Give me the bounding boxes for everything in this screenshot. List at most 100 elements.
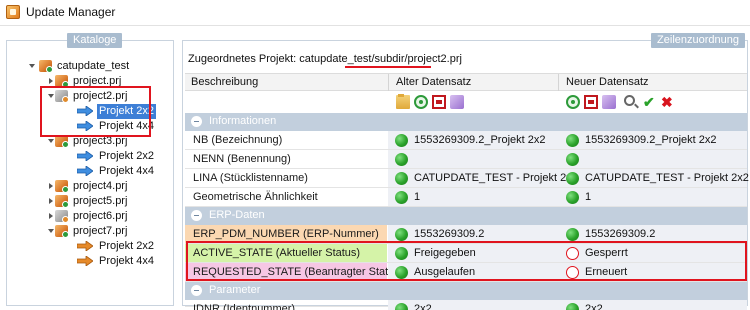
tree-item-label: Projekt 2x2: [99, 240, 155, 252]
table-row[interactable]: NB (Bezeichnung) 1553269309.2_Projekt 2x…: [185, 131, 747, 150]
section-parameter[interactable]: Parameter: [185, 282, 747, 300]
app-icon: [6, 5, 20, 19]
tree-item-project3-4x4[interactable]: Projekt 4x4: [15, 164, 165, 179]
status-ok-icon: [395, 303, 408, 310]
row-description: Geometrische Ähnlichkeit: [193, 191, 318, 203]
arrow-icon: [77, 166, 93, 176]
mapping-panel: Zeilenzuordnung Zugeordnetes Projekt: ca…: [182, 33, 749, 310]
tree-item-project4[interactable]: project4.prj: [15, 179, 155, 194]
pdf-icon[interactable]: [432, 95, 446, 109]
expand-icon[interactable]: [29, 64, 35, 68]
title-bar: Update Manager: [0, 0, 750, 26]
section-erp-daten[interactable]: ERP-Daten: [185, 207, 747, 225]
status-ok-icon: [395, 134, 408, 147]
section-title: Parameter: [209, 284, 261, 296]
section-title: Informationen: [209, 115, 277, 127]
status-ok-icon: [566, 191, 579, 204]
highlight-box: [186, 241, 747, 281]
table-row[interactable]: LINA (Stücklistenname) CATUPDATE_TEST - …: [185, 169, 749, 188]
expand-icon[interactable]: [49, 183, 53, 189]
arrow-icon: [77, 241, 93, 251]
check-icon[interactable]: ✔: [643, 95, 657, 109]
old-value: CATUPDATE_TEST - Projekt 2x2: [414, 172, 578, 184]
column-header-new[interactable]: Neuer Datensatz: [566, 76, 649, 88]
old-value: 1: [414, 191, 421, 203]
assigned-project: Zugeordnetes Projekt: catupdate_test/sub…: [188, 53, 462, 65]
refresh-icon[interactable]: [414, 95, 428, 109]
catalog-icon: [39, 60, 53, 73]
tree-item-label: project6.prj: [73, 210, 128, 222]
row-description: NENN (Benennung): [193, 153, 291, 165]
table-row[interactable]: NENN (Benennung): [185, 150, 747, 169]
old-value: 2x2: [414, 303, 432, 310]
pdf-icon[interactable]: [584, 95, 598, 109]
collapse-icon[interactable]: [191, 116, 202, 127]
tree-item-label: Projekt 2x2: [99, 150, 155, 162]
new-value: 1: [585, 191, 592, 203]
tree-item-project7-4x4[interactable]: Projekt 4x4: [15, 254, 165, 269]
tree-item-label: project4.prj: [73, 180, 128, 192]
refresh-icon[interactable]: [566, 95, 580, 109]
project-icon: [55, 180, 69, 193]
window-title: Update Manager: [26, 5, 116, 19]
status-ok-icon: [566, 134, 579, 147]
project-icon: [55, 210, 69, 223]
assigned-project-path: catupdate_test/subdir/project2.prj: [299, 53, 462, 65]
column-header-old[interactable]: Alter Datensatz: [396, 76, 471, 88]
expand-icon[interactable]: [49, 198, 53, 204]
catalog-panel: Kataloge catupdate_test project.prj proj…: [6, 33, 174, 306]
expand-icon[interactable]: [49, 78, 53, 84]
old-value: 1553269309.2_Projekt 2x2: [414, 134, 546, 146]
collapse-icon[interactable]: [191, 210, 202, 221]
tree-item-label: Projekt 4x4: [99, 165, 155, 177]
status-ok-icon: [395, 191, 408, 204]
collapse-icon[interactable]: [48, 229, 54, 233]
table-row[interactable]: IDNR (Identnummer) 2x2 2x2: [185, 300, 747, 310]
assigned-project-label: Zugeordnetes Projekt:: [188, 53, 300, 65]
cross-icon[interactable]: ✖: [661, 95, 675, 109]
tree-item-project3-2x2[interactable]: Projekt 2x2: [15, 149, 165, 164]
tree-item-project5[interactable]: project5.prj: [15, 194, 155, 209]
status-ok-icon: [566, 153, 579, 166]
tree-item-label: catupdate_test: [57, 60, 130, 72]
path-underline: [345, 66, 431, 68]
project-icon: [55, 195, 69, 208]
status-ok-icon: [566, 228, 579, 241]
catalog-panel-title: Kataloge: [67, 33, 123, 48]
expand-icon[interactable]: [49, 213, 53, 219]
status-ok-icon: [395, 153, 408, 166]
column-header-description[interactable]: Beschreibung: [191, 76, 258, 88]
tree-item-label: project5.prj: [73, 195, 128, 207]
status-ok-icon: [395, 172, 408, 185]
new-value: CATUPDATE_TEST - Projekt 2x2: [585, 172, 749, 184]
arrow-icon: [77, 256, 93, 266]
tree-item-label: project7.prj: [73, 225, 128, 237]
status-ok-icon: [395, 228, 408, 241]
new-value: 1553269309.2_Projekt 2x2: [585, 134, 717, 146]
grid-toolbar: ✔ ✖: [185, 92, 747, 112]
tree-item-label: Projekt 4x4: [99, 255, 155, 267]
arrow-icon: [77, 151, 93, 161]
search-icon[interactable]: [624, 95, 635, 106]
section-title: ERP-Daten: [209, 209, 265, 221]
project-icon: [55, 225, 69, 238]
tree-item-project6[interactable]: project6.prj: [15, 209, 155, 224]
cards-icon[interactable]: [450, 95, 464, 109]
section-informationen[interactable]: Informationen: [185, 113, 747, 131]
row-description: IDNR (Identnummer): [193, 303, 296, 310]
table-row[interactable]: Geometrische Ähnlichkeit 1 1: [185, 188, 747, 207]
row-description: NB (Bezeichnung): [193, 134, 283, 146]
mapping-panel-title: Zeilenzuordnung: [651, 33, 745, 48]
folder-icon[interactable]: [396, 94, 410, 109]
tree-item-project7-2x2[interactable]: Projekt 2x2: [15, 239, 165, 254]
new-value: 2x2: [585, 303, 603, 310]
highlight-box: [40, 86, 151, 137]
collapse-icon[interactable]: [48, 139, 54, 143]
grid-header: Beschreibung Alter Datensatz Neuer Daten…: [185, 73, 747, 91]
tree-item-project7[interactable]: project7.prj: [15, 224, 155, 239]
cards-icon[interactable]: [602, 95, 616, 109]
tree-item-catalog[interactable]: catupdate_test: [15, 59, 155, 74]
status-ok-icon: [566, 172, 579, 185]
collapse-icon[interactable]: [191, 285, 202, 296]
row-description: LINA (Stücklistenname): [193, 172, 308, 184]
